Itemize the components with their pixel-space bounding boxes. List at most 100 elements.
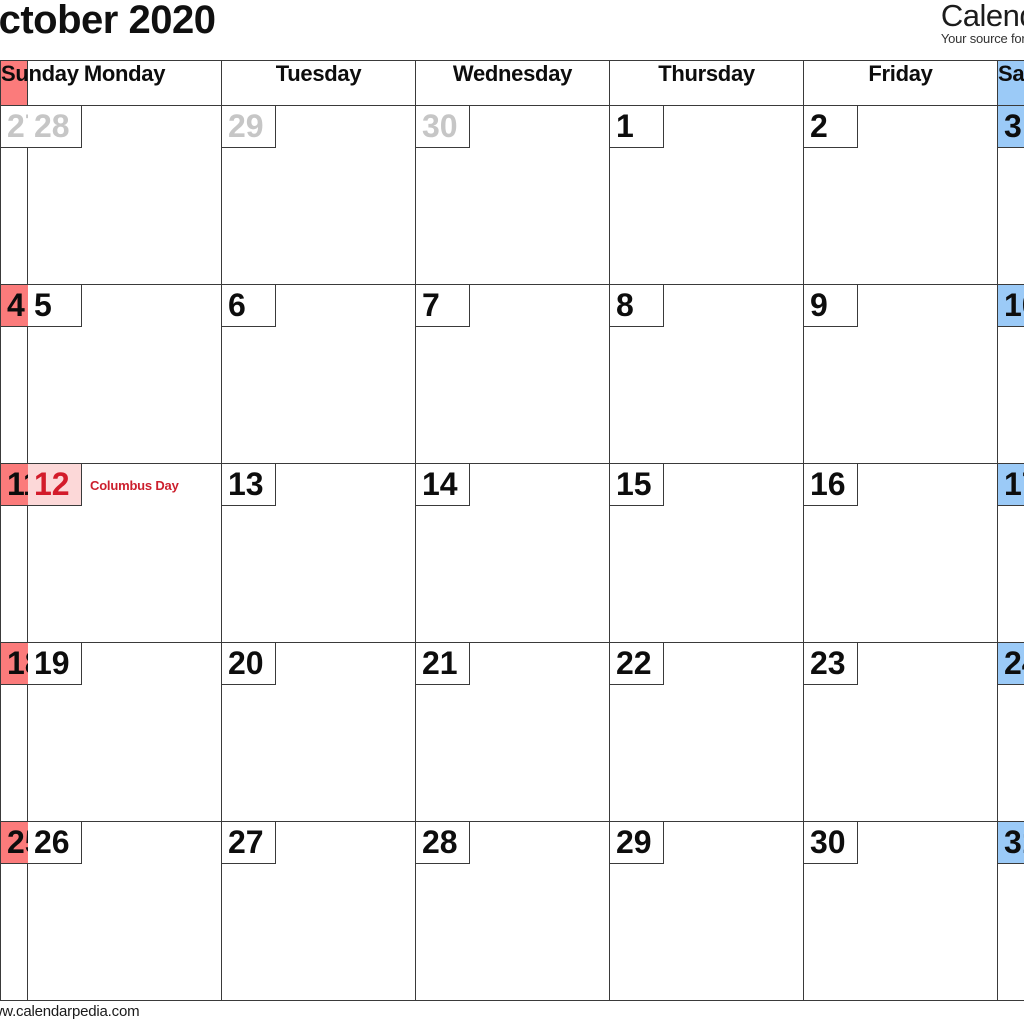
day-number[interactable]: 3 <box>998 106 1024 148</box>
day-cell-content: 31 <box>998 822 1024 864</box>
brand-logo: Calendarpedia Your source for calendars <box>941 0 1024 46</box>
day-cell-content: 24 <box>998 643 1024 685</box>
day-number[interactable]: 6 <box>222 285 276 327</box>
calendar-week-row: 1112 Columbus Day 13 14 15 16 17 <box>0 463 1024 643</box>
day-cell-content: 27 <box>222 822 415 864</box>
day-number[interactable]: 13 <box>222 464 276 506</box>
weekday-header-saturday: Saturday <box>997 60 1024 106</box>
day-number[interactable]: 28 <box>28 106 82 148</box>
calendar-day-cell[interactable]: 18 <box>0 642 53 822</box>
day-cell-content: 21 <box>416 643 609 685</box>
calendar-week-row: 27 28 29 30 1 2 3 <box>0 105 1024 285</box>
holiday-label: Columbus Day <box>90 478 179 493</box>
day-cell-content: 30 <box>416 106 609 148</box>
day-cell-content: 17 <box>998 464 1024 506</box>
calendar-week-row: 1819 20 21 22 23 24 <box>0 642 1024 822</box>
day-cell-content: 14 <box>416 464 609 506</box>
day-number[interactable]: 16 <box>804 464 858 506</box>
calendar-day-cell[interactable]: 11 <box>0 463 53 643</box>
calendar-day-cell[interactable]: 26 <box>27 821 222 1001</box>
day-number[interactable]: 14 <box>416 464 470 506</box>
calendar-body: 27282930123456789101112Columbus Day13141… <box>0 105 1024 1001</box>
calendar-day-cell[interactable]: 12 Columbus Day <box>27 463 222 643</box>
day-number[interactable]: 12 <box>28 464 82 506</box>
day-cell-content: 9 <box>804 285 997 327</box>
calendar-day-cell[interactable]: 22 <box>609 642 804 822</box>
weekday-header-wednesday: Wednesday <box>415 60 610 106</box>
calendar-day-cell[interactable]: 14 <box>415 463 610 643</box>
day-number[interactable]: 31 <box>998 822 1024 864</box>
weekday-header-sunday: Sunday <box>0 60 79 106</box>
day-cell-content: 3 <box>998 106 1024 148</box>
day-number[interactable]: 29 <box>222 106 276 148</box>
day-cell-content: 7 <box>416 285 609 327</box>
day-number[interactable]: 30 <box>416 106 470 148</box>
calendar-day-cell[interactable]: 28 <box>27 105 222 285</box>
day-number[interactable]: 7 <box>416 285 470 327</box>
calendar-week-row: 2526 27 28 29 30 31 <box>0 821 1024 1001</box>
day-number[interactable]: 17 <box>998 464 1024 506</box>
weekday-header-thursday: Thursday <box>609 60 804 106</box>
calendar-day-cell[interactable]: 23 <box>803 642 998 822</box>
calendar-day-cell[interactable]: 25 <box>0 821 53 1001</box>
day-number[interactable]: 21 <box>416 643 470 685</box>
day-number[interactable]: 19 <box>28 643 82 685</box>
calendar-day-cell[interactable]: 20 <box>221 642 416 822</box>
calendar-day-cell[interactable]: 28 <box>415 821 610 1001</box>
calendar-day-cell[interactable]: 15 <box>609 463 804 643</box>
day-number[interactable]: 20 <box>222 643 276 685</box>
calendar-day-cell[interactable]: 16 <box>803 463 998 643</box>
calendar-day-cell[interactable]: 5 <box>27 284 222 464</box>
day-number[interactable]: 24 <box>998 643 1024 685</box>
day-number[interactable]: 28 <box>416 822 470 864</box>
day-cell-content: 22 <box>610 643 803 685</box>
day-number[interactable]: 22 <box>610 643 664 685</box>
calendar-day-cell[interactable]: 2 <box>803 105 998 285</box>
day-number[interactable]: 2 <box>804 106 858 148</box>
calendar-day-cell[interactable]: 7 <box>415 284 610 464</box>
calendar-day-cell[interactable]: 30 <box>415 105 610 285</box>
day-cell-content: 1 <box>610 106 803 148</box>
calendar-day-cell[interactable]: 24 <box>997 642 1024 822</box>
day-number[interactable]: 5 <box>28 285 82 327</box>
source-url: www.calendarpedia.com <box>0 1003 140 1020</box>
day-number[interactable]: 29 <box>610 822 664 864</box>
day-cell-content: 28 <box>416 822 609 864</box>
day-cell-content: 19 <box>28 643 221 685</box>
day-number[interactable]: 10 <box>998 285 1024 327</box>
calendar-day-cell[interactable]: 29 <box>221 105 416 285</box>
calendar-day-cell[interactable]: 19 <box>27 642 222 822</box>
day-cell-content: 12 Columbus Day <box>28 464 221 506</box>
day-number[interactable]: 26 <box>28 822 82 864</box>
calendar-day-cell[interactable]: 9 <box>803 284 998 464</box>
calendar-day-cell[interactable]: 13 <box>221 463 416 643</box>
calendar-day-cell[interactable]: 3 <box>997 105 1024 285</box>
day-cell-content: 23 <box>804 643 997 685</box>
day-cell-content: 15 <box>610 464 803 506</box>
calendar-day-cell[interactable]: 30 <box>803 821 998 1001</box>
day-number[interactable]: 23 <box>804 643 858 685</box>
calendar-day-cell[interactable]: 4 <box>0 284 53 464</box>
day-number[interactable]: 15 <box>610 464 664 506</box>
calendar-day-cell[interactable]: 31 <box>997 821 1024 1001</box>
day-cell-content: 29 <box>610 822 803 864</box>
calendar-day-cell[interactable]: 6 <box>221 284 416 464</box>
day-number[interactable]: 9 <box>804 285 858 327</box>
calendar-day-cell[interactable]: 1 <box>609 105 804 285</box>
calendar-day-cell[interactable]: 8 <box>609 284 804 464</box>
calendar-day-cell[interactable]: 27 <box>0 105 53 285</box>
day-number[interactable]: 27 <box>222 822 276 864</box>
day-cell-content: 13 <box>222 464 415 506</box>
day-number[interactable]: 1 <box>610 106 664 148</box>
day-number[interactable]: 30 <box>804 822 858 864</box>
day-number[interactable]: 8 <box>610 285 664 327</box>
calendar-day-cell[interactable]: 10 <box>997 284 1024 464</box>
calendar-day-cell[interactable]: 29 <box>609 821 804 1001</box>
calendar-header: October 2020 Calendarpedia Your source f… <box>0 0 1024 58</box>
day-cell-content: 26 <box>28 822 221 864</box>
calendar-day-cell[interactable]: 27 <box>221 821 416 1001</box>
page-title: October 2020 <box>0 0 216 42</box>
calendar-day-cell[interactable]: 21 <box>415 642 610 822</box>
calendar-day-cell[interactable]: 17 <box>997 463 1024 643</box>
day-cell-content: 16 <box>804 464 997 506</box>
